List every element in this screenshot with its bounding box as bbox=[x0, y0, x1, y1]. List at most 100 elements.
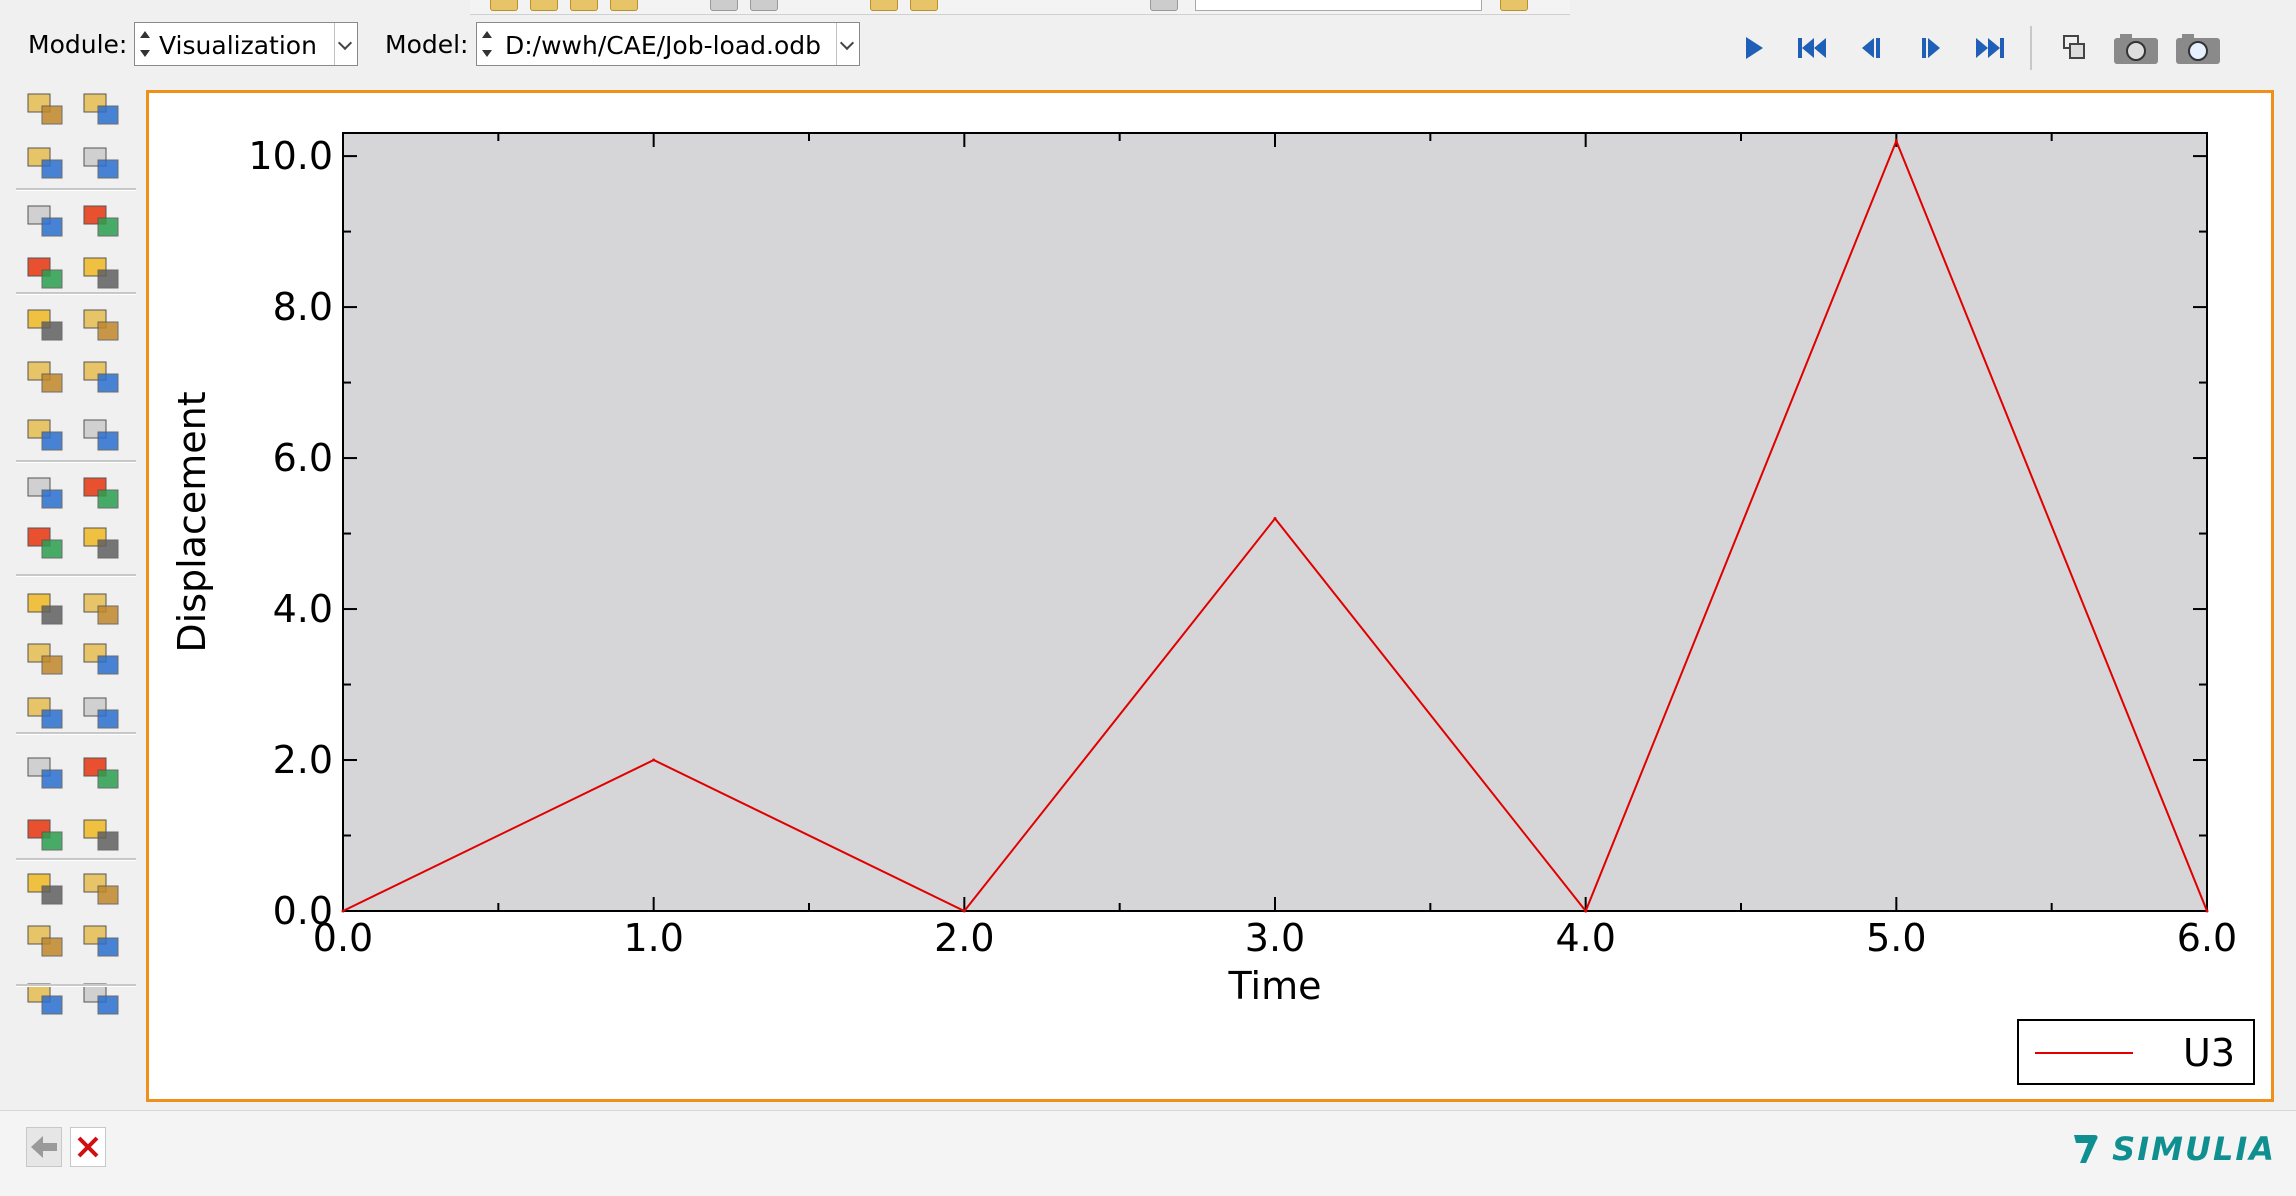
toolbox-tool-icon[interactable] bbox=[22, 868, 70, 912]
toolbox-tool-icon[interactable] bbox=[78, 472, 126, 516]
toolbox-tool-icon[interactable] bbox=[78, 522, 126, 566]
close-icon[interactable] bbox=[70, 1127, 106, 1167]
toolbox-tool-icon[interactable] bbox=[22, 88, 70, 132]
x-tick-label: 4.0 bbox=[1555, 916, 1615, 960]
toolbox-separator bbox=[16, 292, 136, 295]
legend: U3 bbox=[2017, 1019, 2255, 1085]
toolbox-tool-icon[interactable] bbox=[22, 414, 70, 458]
toolbox-tool-icon[interactable] bbox=[78, 638, 126, 682]
toolbox-tool-icon[interactable] bbox=[78, 142, 126, 186]
last-frame-icon[interactable] bbox=[1972, 30, 2008, 66]
brand-logo: SIMULIA bbox=[2066, 1129, 2276, 1169]
toolbox-separator bbox=[16, 574, 136, 577]
y-tick-label: 0.0 bbox=[273, 889, 333, 933]
legend-line-swatch bbox=[2035, 1052, 2133, 1054]
top-toolbar-fragment bbox=[470, 0, 1570, 15]
toolbox-tool-icon[interactable] bbox=[22, 304, 70, 348]
play-icon[interactable] bbox=[1736, 30, 1772, 66]
viewport[interactable]: 0.0 1.0 2.0 3.0 4.0 5.0 6.0 0.0 2.0 4.0 6.0 8.0 10.0… bbox=[146, 90, 2274, 1102]
toolbar-icon[interactable] bbox=[910, 0, 938, 11]
toolbox-tool-icon[interactable] bbox=[22, 472, 70, 516]
toolbox-tool-icon[interactable] bbox=[22, 356, 70, 400]
toolbox-separator bbox=[16, 732, 136, 735]
toolbox-tool-icon[interactable] bbox=[22, 692, 70, 736]
y-tick-label: 2.0 bbox=[273, 738, 333, 782]
toolbox-tool-icon[interactable] bbox=[22, 588, 70, 632]
module-value: Visualization bbox=[159, 31, 317, 60]
toolbox-tool-icon[interactable] bbox=[22, 522, 70, 566]
toolbar-icon[interactable] bbox=[870, 0, 898, 11]
data-point bbox=[341, 909, 345, 913]
toolbar-field[interactable] bbox=[1195, 0, 1482, 11]
toolbox-tool-icon[interactable] bbox=[22, 252, 70, 296]
toolbox-tool-icon[interactable] bbox=[22, 814, 70, 858]
toolbox-tool-icon[interactable] bbox=[78, 88, 126, 132]
context-bar: Module: Visualization Model: D:/wwh/CAE/… bbox=[0, 16, 2296, 76]
y-tick-label: 6.0 bbox=[273, 436, 333, 480]
toolbox-tool-icon[interactable] bbox=[78, 252, 126, 296]
x-tick-label: 5.0 bbox=[1866, 916, 1926, 960]
toolbox-tool-icon[interactable] bbox=[78, 920, 126, 964]
toolbox-tool-icon[interactable] bbox=[78, 814, 126, 858]
chevron-down-icon[interactable] bbox=[334, 23, 357, 65]
legend-label: U3 bbox=[2183, 1031, 2235, 1075]
model-combo[interactable]: D:/wwh/CAE/Job-load.odb bbox=[476, 22, 860, 66]
right-toolbar-fragment bbox=[2278, 90, 2296, 1102]
plot-area bbox=[342, 132, 2208, 912]
toolbox-tool-icon[interactable] bbox=[78, 868, 126, 912]
toolbar-icon[interactable] bbox=[490, 0, 518, 11]
x-axis-label: Time bbox=[1228, 964, 1322, 1008]
xy-plot: 0.0 1.0 2.0 3.0 4.0 5.0 6.00.02.04.06.08.010.0… bbox=[170, 132, 2237, 1008]
data-point bbox=[1584, 909, 1588, 913]
camera-icon[interactable] bbox=[2112, 30, 2160, 66]
model-label: Model: bbox=[385, 30, 469, 59]
next-frame-icon[interactable] bbox=[1914, 30, 1950, 66]
back-arrow-icon[interactable] bbox=[26, 1127, 62, 1167]
toolbox-tool-icon[interactable] bbox=[22, 752, 70, 796]
toolbox-separator bbox=[16, 188, 136, 191]
data-point bbox=[1273, 516, 1277, 520]
spinner-icon[interactable] bbox=[479, 27, 495, 61]
toolbox-tool-icon[interactable] bbox=[22, 142, 70, 186]
data-point bbox=[1894, 139, 1898, 143]
toolbar-icon[interactable] bbox=[1150, 0, 1178, 11]
toolbar-icon[interactable] bbox=[530, 0, 558, 11]
toolbox-tool-icon[interactable] bbox=[78, 304, 126, 348]
toolbar-icon[interactable] bbox=[710, 0, 738, 11]
data-point bbox=[652, 758, 656, 762]
toolbox-separator bbox=[16, 460, 136, 463]
toolbar-icon[interactable] bbox=[750, 0, 778, 11]
spinner-icon[interactable] bbox=[137, 27, 153, 61]
y-tick-label: 8.0 bbox=[273, 285, 333, 329]
toolbox-tool-icon[interactable] bbox=[78, 752, 126, 796]
toolbox-tool-icon[interactable] bbox=[78, 414, 126, 458]
toolbox-tool-icon[interactable] bbox=[22, 200, 70, 244]
bottom-bar: SIMULIA bbox=[0, 1110, 2296, 1196]
toolbox-tool-icon[interactable] bbox=[78, 356, 126, 400]
y-tick-label: 4.0 bbox=[273, 587, 333, 631]
model-value: D:/wwh/CAE/Job-load.odb bbox=[505, 31, 822, 60]
toolbar-icon[interactable] bbox=[610, 0, 638, 11]
data-point bbox=[2205, 909, 2209, 913]
y-axis-label: Displacement bbox=[170, 391, 214, 652]
animation-options-icon[interactable] bbox=[2056, 30, 2092, 66]
toolbox-tool-icon[interactable] bbox=[22, 920, 70, 964]
first-frame-icon[interactable] bbox=[1794, 30, 1830, 66]
previous-frame-icon[interactable] bbox=[1852, 30, 1888, 66]
toolbox-tool-icon[interactable] bbox=[78, 692, 126, 736]
module-label: Module: bbox=[28, 30, 128, 59]
chevron-down-icon[interactable] bbox=[836, 23, 859, 65]
x-tick-label: 1.0 bbox=[623, 916, 683, 960]
camera-icon[interactable] bbox=[2174, 30, 2222, 66]
toolbox-separator bbox=[16, 984, 136, 987]
toolbox-tool-icon[interactable] bbox=[22, 638, 70, 682]
toolbar-icon[interactable] bbox=[1500, 0, 1528, 11]
y-tick-label: 10.0 bbox=[248, 134, 333, 178]
toolbox-tool-icon[interactable] bbox=[78, 588, 126, 632]
x-tick-label: 2.0 bbox=[934, 916, 994, 960]
toolbox-tool-icon[interactable] bbox=[78, 200, 126, 244]
toolbar-icon[interactable] bbox=[570, 0, 598, 11]
x-tick-label: 3.0 bbox=[1245, 916, 1305, 960]
toolbar-separator bbox=[2030, 26, 2032, 70]
module-combo[interactable]: Visualization bbox=[134, 22, 358, 66]
